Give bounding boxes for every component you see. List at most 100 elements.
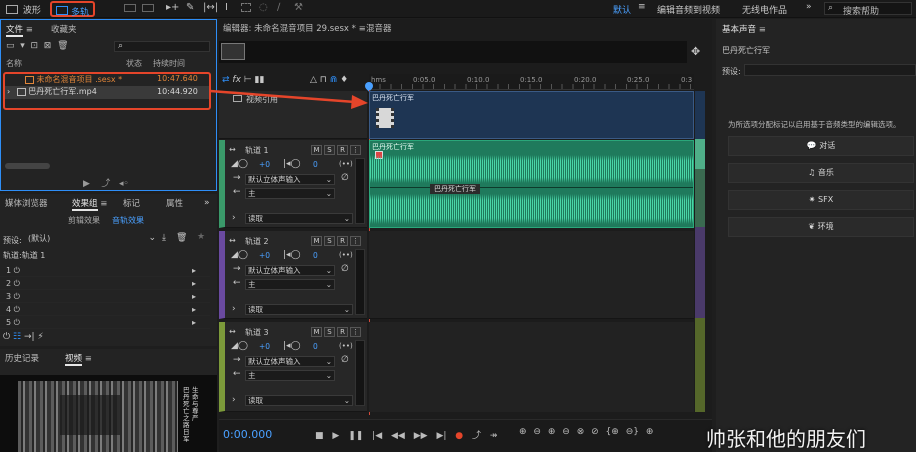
stereo-icon[interactable]: (••): [339, 160, 353, 168]
audio-clip[interactable]: 巴丹死亡行军 巴丹死亡行军: [369, 140, 694, 228]
tab-properties[interactable]: 属性: [166, 196, 183, 212]
output-dropdown[interactable]: 主 ⌄: [245, 188, 335, 199]
input-dropdown[interactable]: 默认立体声输入 ⌄: [245, 356, 335, 367]
volume-knob-icon[interactable]: ◢◯: [231, 341, 248, 351]
power-all-icon[interactable]: ⏻: [3, 332, 10, 342]
solo-button[interactable]: S: [324, 145, 335, 155]
tab-history[interactable]: 历史记录: [5, 351, 39, 367]
play-icon[interactable]: ▶: [332, 431, 339, 441]
more-workspaces-icon[interactable]: »: [806, 2, 812, 12]
col-header-status[interactable]: 状态: [126, 58, 142, 69]
pan-knob-icon[interactable]: |◂◯: [283, 250, 301, 260]
overview-handle[interactable]: [221, 43, 245, 60]
output-dropdown[interactable]: 主 ⌄: [245, 279, 335, 290]
volume-value[interactable]: +0: [259, 342, 270, 351]
volume-value[interactable]: +0: [259, 160, 270, 169]
close-file-icon[interactable]: ⊠: [44, 41, 52, 51]
record-arm-button[interactable]: R: [337, 236, 348, 246]
insert-icon[interactable]: →|: [24, 332, 35, 342]
panel-menu-icon[interactable]: ≡: [100, 199, 107, 209]
lasso-icon[interactable]: ◌: [259, 2, 268, 13]
effect-slot[interactable]: 4 ⏻ ▸: [0, 303, 210, 316]
files-search-input[interactable]: ⌕: [114, 41, 210, 52]
effect-slot[interactable]: 5 ⏻ ▸: [0, 316, 210, 329]
col-header-name[interactable]: 名称: [6, 58, 22, 69]
open-file-icon[interactable]: ▭: [6, 41, 15, 51]
chevron-right-icon[interactable]: ▸: [192, 277, 196, 290]
toolbar-icon-b[interactable]: [142, 4, 154, 12]
tab-video[interactable]: 视频 ≡: [65, 351, 92, 367]
file-row[interactable]: › 巴丹死亡行军.mp4 10:44.920: [5, 86, 209, 99]
drag-handle-icon[interactable]: ↔: [229, 236, 236, 245]
zoom-tracks-icon[interactable]: ⊕: [646, 427, 654, 437]
lightning-icon[interactable]: ⚡: [37, 332, 43, 342]
search-help-field[interactable]: ⌕ 搜索帮助: [824, 2, 912, 17]
brush-icon[interactable]: ∕: [277, 2, 280, 13]
phase-icon[interactable]: ∅: [341, 173, 349, 183]
output-dropdown[interactable]: 主 ⌄: [245, 370, 335, 381]
workspace-radio[interactable]: 无线电作品: [742, 3, 787, 16]
track-name[interactable]: 轨道 2: [245, 236, 269, 247]
track-name[interactable]: 轨道 3: [245, 327, 269, 338]
zoom-navigator-icon[interactable]: ✥: [691, 45, 700, 58]
panel-menu-icon[interactable]: ≡: [26, 25, 33, 35]
pan-value[interactable]: 0: [313, 342, 318, 351]
effect-slot[interactable]: 2 ⏻ ▸: [0, 277, 210, 290]
automation-mode-dropdown[interactable]: 读取 ⌄: [245, 395, 353, 406]
pause-icon[interactable]: ❚❚: [348, 431, 363, 441]
volume-value[interactable]: +0: [259, 251, 270, 260]
automation-mode-dropdown[interactable]: 读取 ⌄: [245, 213, 353, 224]
mute-button[interactable]: M: [311, 145, 322, 155]
chevron-right-icon[interactable]: ▸: [192, 264, 196, 277]
workspace-default[interactable]: 默认: [613, 3, 631, 16]
zoom-selection-icon[interactable]: ⊘: [591, 427, 599, 437]
razor-tool-icon[interactable]: ✎: [186, 2, 194, 13]
panel-menu-icon[interactable]: ≡: [759, 25, 766, 35]
tab-editor[interactable]: 编辑器: 未命名混音项目 29.sesx * ≡: [223, 21, 366, 37]
stereo-icon[interactable]: (••): [339, 251, 353, 259]
expand-icon[interactable]: ›: [232, 304, 236, 314]
mute-button[interactable]: M: [311, 327, 322, 337]
heal-icon[interactable]: ⚒: [294, 2, 303, 13]
expand-icon[interactable]: ›: [232, 213, 236, 223]
phase-icon[interactable]: ∅: [341, 355, 349, 365]
time-ruler[interactable]: hms 0:05.0 0:10.0 0:15.0 0:20.0 0:25.0 0…: [369, 74, 694, 90]
loop-icon[interactable]: ⤴: [101, 179, 110, 189]
music-button[interactable]: ♫ 音乐: [728, 163, 914, 183]
toolbar-icon-a[interactable]: [124, 4, 136, 12]
chevron-right-icon[interactable]: ▸: [192, 290, 196, 303]
timecode-display[interactable]: 0:00.000: [223, 428, 272, 441]
input-dropdown[interactable]: 默认立体声输入 ⌄: [245, 265, 335, 276]
zoom-out-point-icon[interactable]: ⊖}: [626, 427, 639, 437]
solo-button[interactable]: S: [324, 327, 335, 337]
pan-knob-icon[interactable]: |◂◯: [283, 159, 301, 169]
autoplay-volume-icon[interactable]: ◂◦: [119, 179, 129, 189]
track-name[interactable]: 轨道 1: [245, 145, 269, 156]
rewind-icon[interactable]: ◀◀: [391, 431, 405, 441]
power-icon[interactable]: ⏻: [14, 292, 20, 301]
new-file-icon[interactable]: ⊡: [31, 41, 39, 51]
pan-knob-icon[interactable]: |◂◯: [283, 341, 301, 351]
tab-effects-rack[interactable]: 效果组 ≡: [72, 196, 107, 212]
marquee-icon[interactable]: [241, 3, 251, 12]
effect-slot[interactable]: 1 ⏻ ▸: [0, 264, 210, 277]
volume-knob-icon[interactable]: ◢◯: [231, 250, 248, 260]
col-header-duration[interactable]: 持续时间: [153, 58, 185, 69]
phase-icon[interactable]: ∅: [341, 264, 349, 274]
chevron-right-icon[interactable]: ▸: [192, 303, 196, 316]
more-tabs-icon[interactable]: »: [204, 198, 210, 208]
track-color-strip[interactable]: [695, 91, 705, 412]
preview-play-icon[interactable]: ▶: [83, 179, 90, 189]
workspace-menu-icon[interactable]: ≡: [638, 2, 646, 12]
dialogue-button[interactable]: 💬 对话: [728, 136, 914, 156]
subtab-clip-effects[interactable]: 剪辑效果: [68, 215, 100, 226]
expand-icon[interactable]: ›: [7, 87, 10, 96]
tab-mixer[interactable]: 混音器: [366, 21, 392, 37]
stereo-icon[interactable]: (••): [339, 342, 353, 350]
drag-handle-icon[interactable]: ↔: [229, 327, 236, 336]
power-icon[interactable]: ⏻: [14, 305, 20, 314]
tab-files[interactable]: 文件 ≡: [6, 22, 33, 38]
import-icon[interactable]: ▾: [20, 41, 25, 51]
panel-menu-icon[interactable]: ≡: [85, 354, 92, 364]
track-menu-button[interactable]: ⋮: [350, 327, 361, 337]
